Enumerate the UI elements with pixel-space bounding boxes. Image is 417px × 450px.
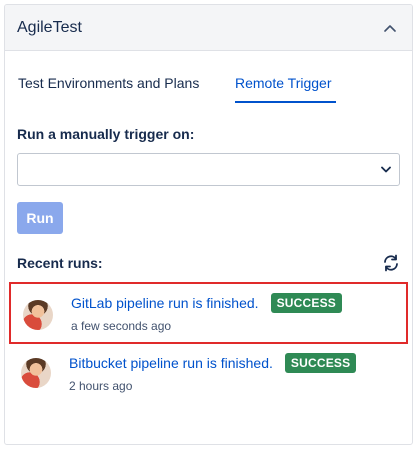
trigger-select[interactable] <box>17 153 400 186</box>
chevron-down-icon <box>381 166 391 173</box>
avatar <box>23 300 53 330</box>
trigger-label: Run a manually trigger on: <box>17 126 195 142</box>
active-tab-indicator <box>235 101 336 103</box>
run-line: GitLab pipeline run is finished. SUCCESS <box>71 292 390 314</box>
refresh-button[interactable] <box>380 252 402 274</box>
tab-bar: Test Environments and Plans Remote Trigg… <box>17 51 400 111</box>
run-timestamp: 2 hours ago <box>69 379 133 393</box>
run-timestamp: a few seconds ago <box>71 319 172 333</box>
run-title-link[interactable]: GitLab pipeline run is finished. <box>71 295 259 311</box>
status-badge: SUCCESS <box>270 293 342 313</box>
run-title-link[interactable]: Bitbucket pipeline run is finished. <box>69 355 273 371</box>
tab-remote-trigger[interactable]: Remote Trigger <box>235 75 331 91</box>
tab-test-environments-and-plans[interactable]: Test Environments and Plans <box>18 75 199 91</box>
run-details: GitLab pipeline run is finished. SUCCESS… <box>71 292 390 333</box>
run-item[interactable]: Bitbucket pipeline run is finished. SUCC… <box>17 350 400 412</box>
run-button[interactable]: Run <box>17 202 63 234</box>
run-line: Bitbucket pipeline run is finished. SUCC… <box>69 352 392 374</box>
agiletest-panel: AgileTest Test Environments and Plans Re… <box>4 4 413 445</box>
panel-title: AgileTest <box>17 18 82 36</box>
panel-header[interactable]: AgileTest <box>5 5 412 51</box>
recent-runs-header: Recent runs: <box>17 252 400 274</box>
run-details: Bitbucket pipeline run is finished. SUCC… <box>69 350 392 393</box>
refresh-icon <box>384 254 398 272</box>
status-badge: SUCCESS <box>284 353 357 373</box>
recent-runs-label: Recent runs: <box>17 255 103 271</box>
chevron-up-icon <box>384 24 396 32</box>
avatar <box>21 358 51 388</box>
remote-trigger-content: Run a manually trigger on: Run Recent ru… <box>5 126 412 412</box>
collapse-button[interactable] <box>380 18 400 38</box>
run-item[interactable]: GitLab pipeline run is finished. SUCCESS… <box>9 282 408 344</box>
